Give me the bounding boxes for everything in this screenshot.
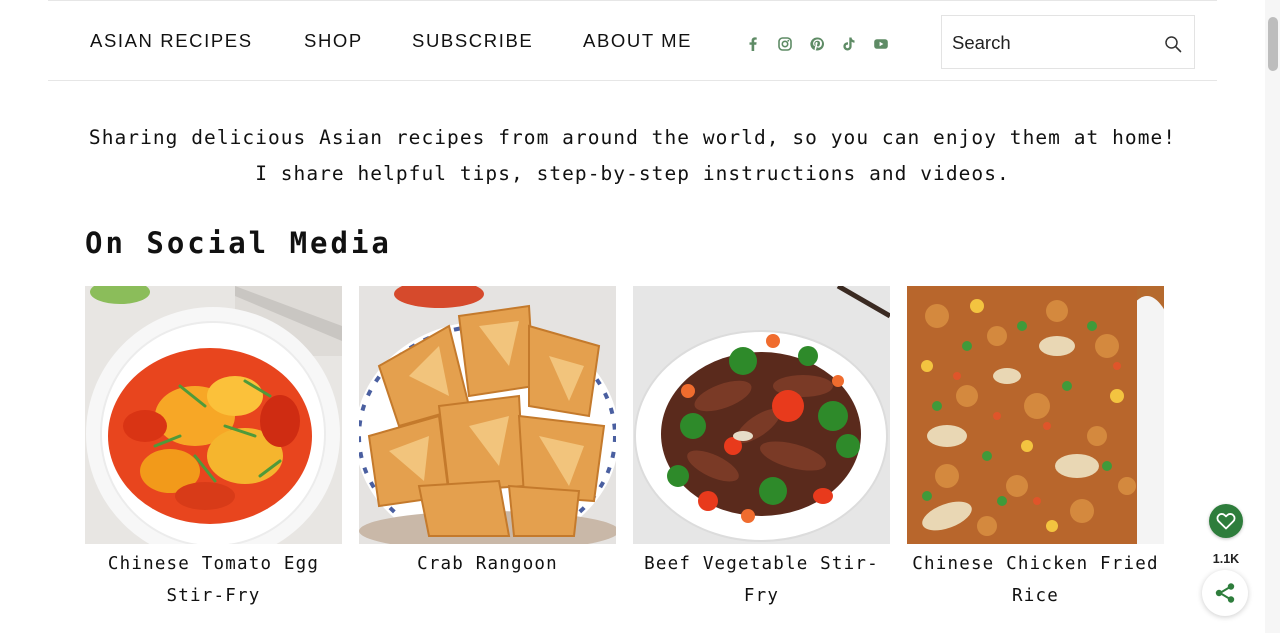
tiktok-icon[interactable] xyxy=(840,35,858,53)
nav-asian-recipes[interactable]: ASIAN RECIPES xyxy=(90,31,253,51)
search-box xyxy=(941,15,1195,69)
scrollbar-track[interactable] xyxy=(1265,0,1280,633)
site-header: ASIAN RECIPES SHOP SUBSCRIBE ABOUT ME xyxy=(48,1,1217,81)
search-input[interactable] xyxy=(952,30,1152,56)
nav-shop[interactable]: SHOP xyxy=(304,31,363,51)
recipe-image xyxy=(907,286,1164,544)
recipe-title: Chinese Chicken Fried Rice xyxy=(912,554,1159,606)
recipe-title: Chinese Tomato Egg Stir-Fry xyxy=(107,554,320,606)
search-icon[interactable] xyxy=(1162,33,1184,55)
recipe-card[interactable]: Crab Rangoon xyxy=(359,286,616,580)
share-icon[interactable] xyxy=(1202,570,1248,616)
recipe-card[interactable]: Chinese Chicken Fried Rice xyxy=(907,286,1164,612)
site-tagline: Sharing delicious Asian recipes from aro… xyxy=(48,120,1217,192)
recipe-card[interactable]: Chinese Tomato Egg Stir-Fry xyxy=(85,286,342,612)
facebook-icon[interactable] xyxy=(744,35,762,53)
nav-about-me[interactable]: ABOUT ME xyxy=(583,31,692,51)
tagline-line-2: I share helpful tips, step-by-step instr… xyxy=(255,162,1010,185)
recipe-title: Beef Vegetable Stir-Fry xyxy=(644,554,879,606)
pinterest-icon[interactable] xyxy=(808,35,826,53)
recipe-image xyxy=(359,286,616,544)
tagline-line-1: Sharing delicious Asian recipes from aro… xyxy=(88,126,1177,149)
youtube-icon[interactable] xyxy=(872,35,890,53)
recipe-image xyxy=(633,286,890,544)
recipe-image xyxy=(85,286,342,544)
share-count: 1.1K xyxy=(1212,552,1240,566)
recipe-title: Crab Rangoon xyxy=(417,554,558,574)
scrollbar-thumb[interactable] xyxy=(1268,17,1278,71)
recipe-card[interactable]: Beef Vegetable Stir-Fry xyxy=(633,286,890,612)
nav-subscribe[interactable]: SUBSCRIBE xyxy=(412,31,533,51)
heart-icon[interactable] xyxy=(1209,504,1243,538)
section-title: On Social Media xyxy=(85,226,392,260)
instagram-icon[interactable] xyxy=(776,35,794,53)
